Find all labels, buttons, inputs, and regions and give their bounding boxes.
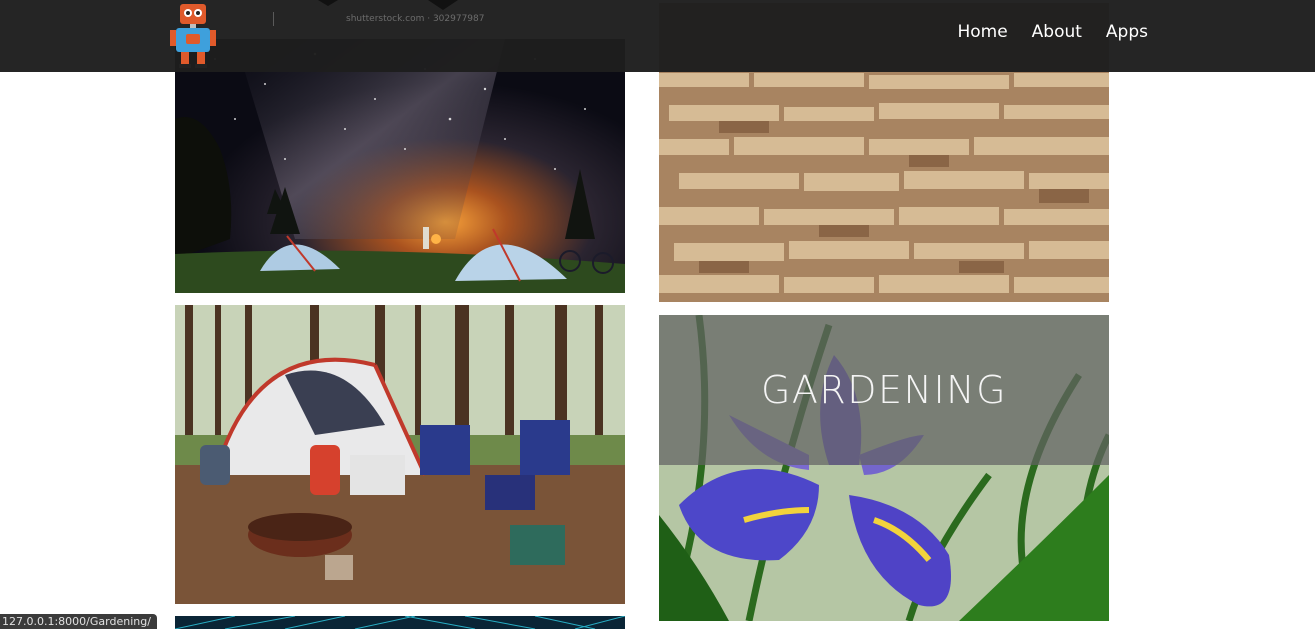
- night-camp-image: [175, 39, 625, 293]
- gardening-tile[interactable]: GARDENING: [659, 315, 1109, 621]
- gardening-overlay: GARDENING: [659, 315, 1109, 465]
- robot-logo-icon[interactable]: [168, 2, 218, 70]
- abstract-image: [175, 616, 625, 629]
- nav-links: Home About Apps: [957, 22, 1148, 42]
- abstract-tile[interactable]: [175, 616, 625, 629]
- watermark-graphic: [318, 0, 458, 10]
- gardening-title: GARDENING: [760, 368, 1008, 412]
- nav-apps-link[interactable]: Apps: [1106, 22, 1148, 42]
- navbar: shutterstock.com · 302977987 Home About …: [0, 0, 1315, 72]
- camping-night-tile[interactable]: [175, 39, 625, 293]
- navbar-divider: [273, 12, 274, 26]
- nav-about-link[interactable]: About: [1032, 22, 1082, 42]
- robot-logo-graphic: [170, 4, 216, 68]
- nav-home-link[interactable]: Home: [957, 22, 1007, 42]
- camping-gear-tile[interactable]: [175, 305, 625, 604]
- watermark-text: shutterstock.com · 302977987: [346, 14, 485, 24]
- link-status-bar: 127.0.0.1:8000/Gardening/: [0, 614, 157, 629]
- camp-gear-image: [175, 305, 625, 604]
